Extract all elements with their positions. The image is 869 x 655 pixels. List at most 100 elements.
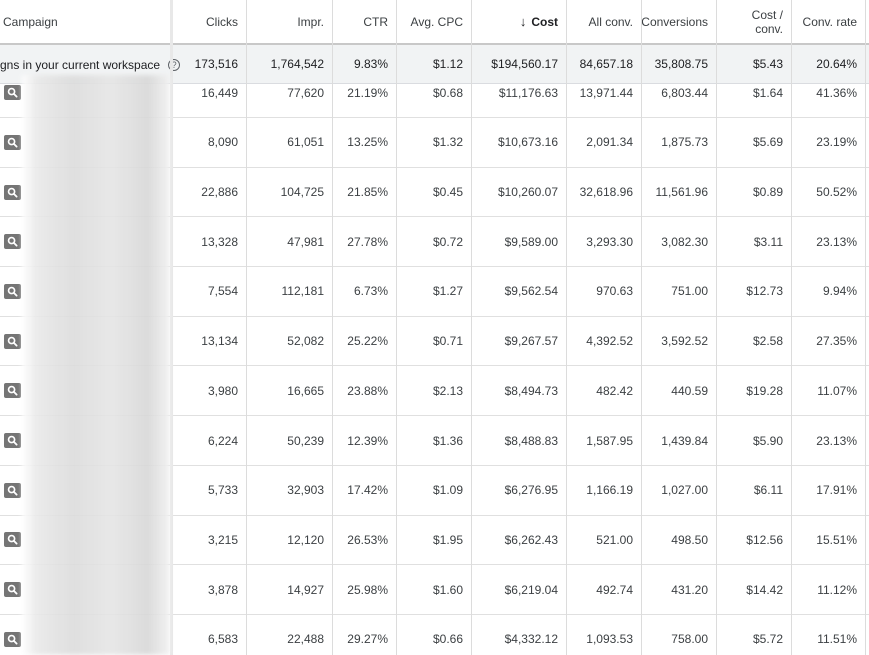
column-divider (791, 0, 792, 655)
cell-cost: $8,488.83 (504, 433, 558, 448)
column-divider (865, 0, 866, 655)
cell-all-conv: 521.00 (596, 532, 633, 547)
cell-cost: $10,260.07 (497, 185, 558, 200)
cell-clicks: 3,878 (207, 582, 238, 597)
cell-cost: $6,262.43 (504, 532, 558, 547)
col-header-ctr[interactable]: CTR (332, 0, 396, 43)
column-divider (246, 0, 247, 655)
col-header-campaign[interactable]: Campaign (0, 0, 172, 43)
cell-ctr: 6.73% (353, 284, 388, 299)
cell-conv-rate: 11.51% (817, 632, 857, 647)
cell-clicks: 6,583 (207, 632, 238, 647)
cell-cost-per-conv: $1.64 (752, 86, 783, 100)
col-header-label: Campaign (3, 14, 58, 29)
cell-conversions: 1,027.00 (661, 483, 708, 498)
cell-avg-cpc: $1.32 (432, 135, 463, 150)
column-divider (396, 0, 397, 655)
search-icon[interactable] (4, 85, 21, 100)
cell-conv-rate: 50.52% (816, 185, 857, 200)
cell-avg-cpc: $1.09 (432, 483, 463, 498)
cell-all-conv: 2,091.34 (586, 135, 633, 150)
cell-conversions: 11,561.96 (655, 185, 709, 200)
column-divider (471, 0, 472, 655)
search-icon[interactable] (4, 631, 21, 647)
totals-conversions: 35,808.75 (654, 57, 708, 71)
col-header-label: Clicks (206, 14, 238, 29)
col-header-cost-per-conv[interactable]: Cost / conv. (716, 0, 791, 43)
col-header-clicks[interactable]: Clicks (172, 0, 246, 43)
redacted-campaign-names (22, 75, 170, 655)
cell-ctr: 21.85% (347, 185, 388, 200)
cell-avg-cpc: $1.36 (432, 433, 463, 448)
totals-impressions: 1,764,542 (270, 57, 324, 71)
cell-all-conv: 482.42 (596, 383, 633, 398)
totals-label-text: gns in your current workspace (0, 57, 161, 72)
col-header-label: Conversions (641, 14, 708, 29)
search-icon[interactable] (4, 184, 21, 200)
cell-avg-cpc: $2.13 (432, 383, 463, 398)
cell-ctr: 23.88% (347, 383, 388, 398)
cell-impressions: 104,725 (280, 185, 324, 200)
col-header-label: CTR (363, 14, 388, 29)
arrow-down-icon: ↓ (519, 13, 527, 29)
cell-conversions: 1,439.84 (661, 433, 708, 448)
cell-impressions: 12,120 (287, 532, 324, 547)
column-divider (332, 0, 333, 655)
search-icon[interactable] (4, 383, 21, 399)
col-header-label: conv. (755, 21, 783, 36)
cell-conversions: 6,803.44 (661, 86, 708, 100)
cell-avg-cpc: $0.72 (432, 234, 463, 249)
cell-cost-per-conv: $12.73 (746, 284, 783, 299)
col-header-conv-rate[interactable]: Conv. rate (791, 0, 865, 43)
search-icon[interactable] (4, 433, 21, 449)
cell-impressions: 47,981 (287, 234, 324, 249)
col-header-impressions[interactable]: Impr. (246, 0, 332, 43)
cell-cost: $9,267.57 (504, 334, 558, 349)
cell-cost: $8,494.73 (504, 383, 558, 398)
cell-cost: $6,219.04 (504, 582, 558, 597)
cell-cost: $10,673.16 (497, 135, 558, 150)
search-icon[interactable] (4, 134, 21, 150)
cell-ctr: 25.98% (347, 582, 388, 597)
col-header-cost[interactable]: ↓ Cost (471, 0, 566, 43)
cell-conv-rate: 9.94% (822, 284, 857, 299)
cell-all-conv: 1,093.53 (586, 632, 633, 647)
search-icon[interactable] (4, 482, 21, 498)
cell-all-conv: 3,293.30 (586, 234, 633, 249)
cell-impressions: 61,051 (287, 135, 324, 150)
col-header-conversions[interactable]: Conversions (641, 0, 716, 43)
cell-conversions: 431.20 (671, 582, 708, 597)
cell-conversions: 440.59 (671, 383, 708, 398)
col-header-label: Cost (531, 14, 558, 29)
search-icon[interactable] (4, 532, 21, 548)
cell-clicks: 13,328 (201, 234, 238, 249)
col-header-all-conv[interactable]: All conv. (566, 0, 641, 43)
cell-cost-per-conv: $19.28 (746, 383, 783, 398)
cell-clicks: 5,733 (207, 483, 238, 498)
cell-avg-cpc: $0.66 (432, 632, 463, 647)
cell-conv-rate: 23.19% (816, 135, 857, 150)
column-divider (170, 0, 173, 655)
cell-ctr: 29.27% (347, 632, 388, 647)
cell-all-conv: 970.63 (596, 284, 633, 299)
totals-conv-rate: 20.64% (816, 57, 857, 71)
col-header-avg-cpc[interactable]: Avg. CPC (396, 0, 471, 43)
totals-ctr: 9.83% (353, 57, 388, 71)
cell-cost-per-conv: $5.72 (752, 632, 783, 647)
search-icon[interactable] (4, 234, 21, 250)
search-icon[interactable] (4, 283, 21, 299)
search-icon[interactable] (4, 582, 21, 598)
cell-avg-cpc: $1.95 (432, 532, 463, 547)
cell-conv-rate: 17.91% (816, 483, 857, 498)
cell-impressions: 112,181 (281, 284, 325, 299)
cell-clicks: 13,134 (201, 334, 238, 349)
cell-ctr: 27.78% (347, 234, 388, 249)
table-header: Campaign Clicks Impr. CTR Avg. CPC ↓ Cost… (0, 0, 869, 45)
cell-cost-per-conv: $5.69 (752, 135, 783, 150)
cell-ctr: 13.25% (347, 135, 388, 150)
search-icon[interactable] (4, 333, 21, 349)
totals-clicks: 173,516 (194, 57, 238, 71)
column-divider (716, 0, 717, 655)
cell-clicks: 16,449 (201, 86, 238, 100)
cell-all-conv: 492.74 (596, 582, 633, 597)
